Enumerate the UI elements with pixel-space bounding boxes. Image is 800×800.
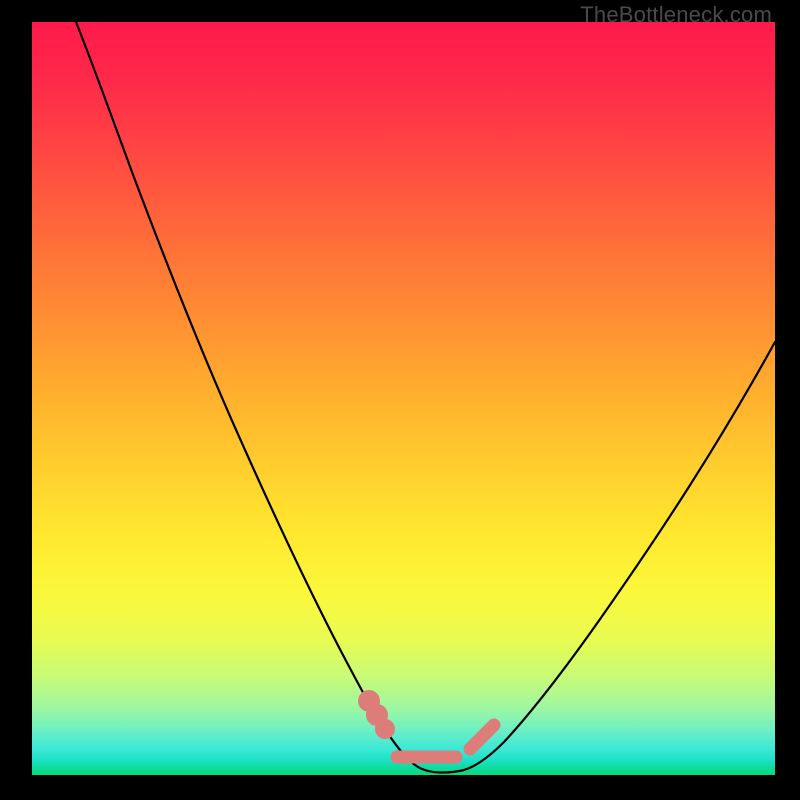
accent-markers [364,696,495,758]
plot-area [32,22,775,775]
accent-dot [372,710,383,721]
chart-frame: TheBottleneck.com [0,0,800,800]
accent-dot [380,724,390,734]
bottleneck-curve [32,22,775,775]
accent-capsule-right [470,725,494,749]
curve-path [76,22,775,773]
